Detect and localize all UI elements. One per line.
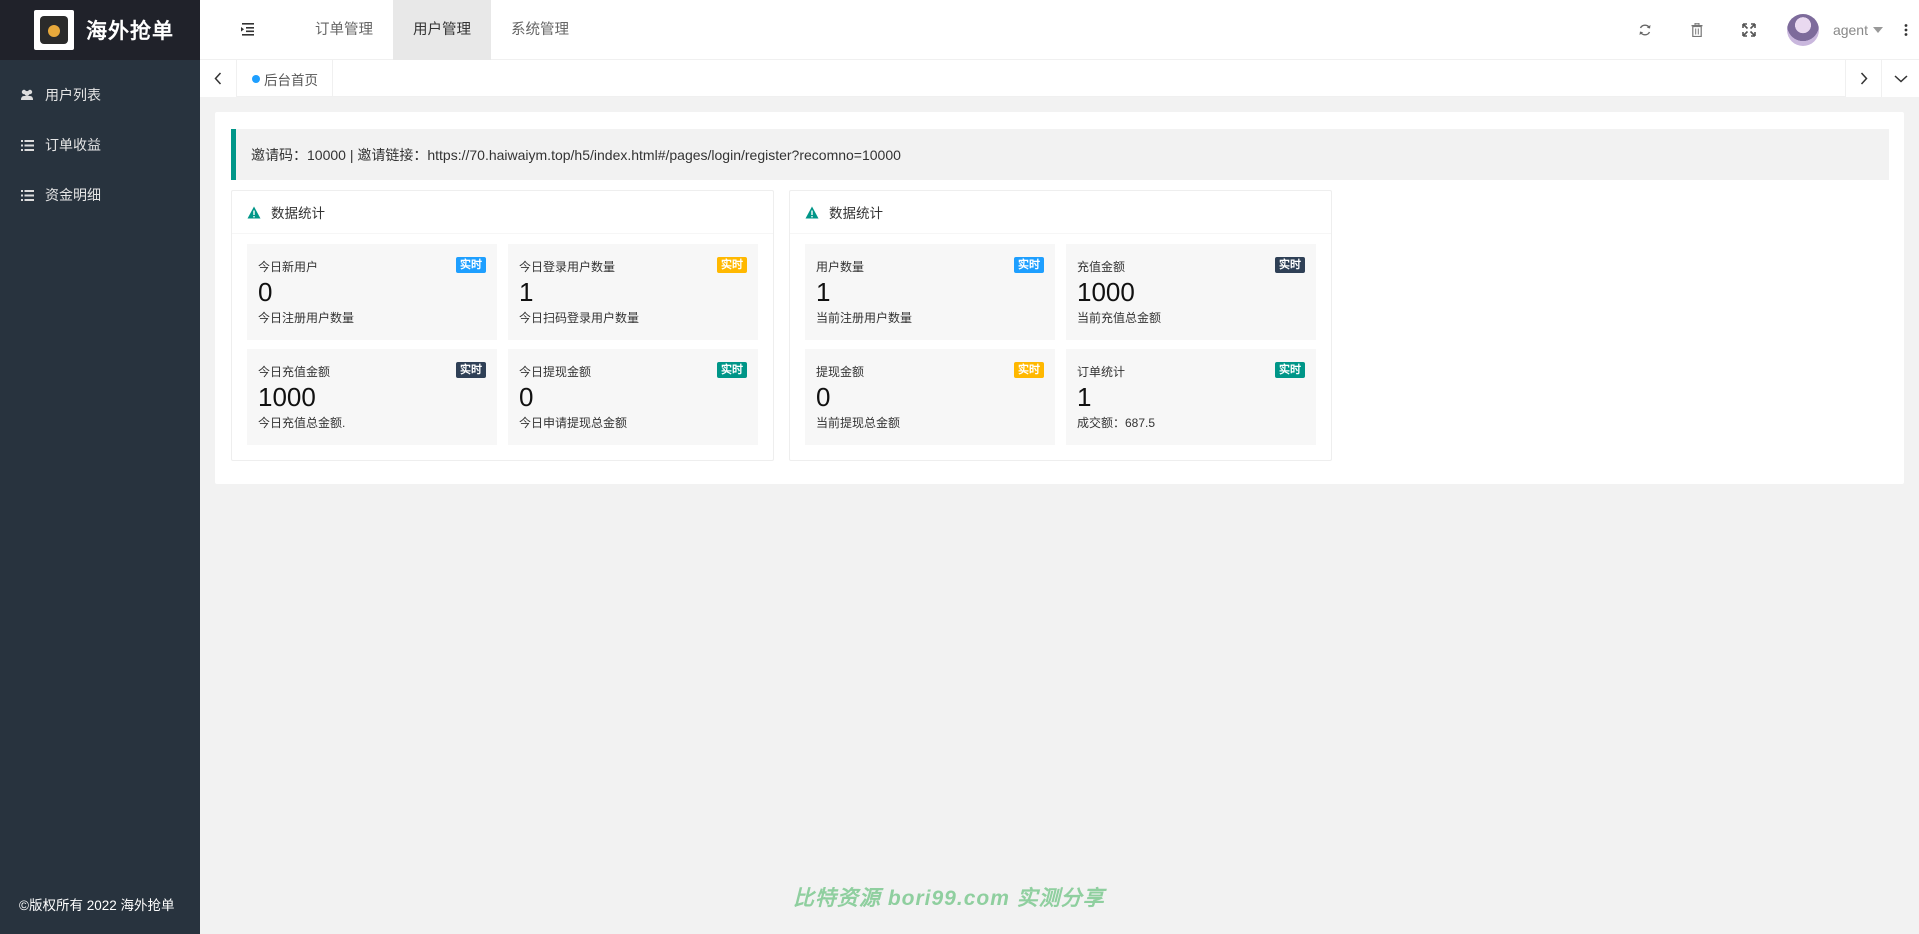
stat-today-withdraw: 今日提现金额 实时 0 今日申请提现总金额 [508,349,758,445]
stat-today-login-users: 今日登录用户数量 实时 1 今日扫码登录用户数量 [508,244,758,340]
realtime-badge: 实时 [1014,362,1044,378]
realtime-badge: 实时 [1275,257,1305,273]
list-icon [19,189,35,201]
trash-icon[interactable] [1671,0,1723,60]
stat-value: 1 [816,277,831,307]
stat-title: 今日提现金额 [519,365,592,379]
tab-home[interactable]: 后台首页 [237,60,333,97]
stat-title: 提现金额 [816,365,865,379]
stat-withdraw-amount: 提现金额 实时 0 当前提现总金额 [805,349,1055,445]
header: 订单管理 用户管理 系统管理 agent [200,0,1919,60]
sidebar: 海外抢单 用户列表 订单收益 资金明细 ©版权所有 2022 海外抢单 [0,0,200,934]
stat-title: 今日登录用户数量 [519,260,616,274]
realtime-badge: 实时 [717,257,747,273]
tab-scroll-right-button[interactable] [1845,60,1882,97]
card-header: 数据统计 [232,191,773,234]
card-title: 数据统计 [829,206,883,221]
stat-desc: 当前注册用户数量 [816,311,913,325]
logo[interactable]: 海外抢单 [0,0,200,60]
tab-bar: 后台首页 [200,60,1919,97]
warning-icon [805,206,819,218]
chevron-left-icon [214,72,222,85]
list-icon [19,139,35,151]
stat-desc: 成交额：687.5 [1077,416,1156,430]
stat-recharge-amount: 充值金额 实时 1000 当前充值总金额 [1066,244,1316,340]
chevron-right-icon [1860,72,1868,85]
user-name: agent [1832,22,1868,38]
warning-icon [247,206,261,218]
logo-image [34,10,74,50]
more-vertical-icon[interactable] [1893,0,1919,60]
nav-system-management[interactable]: 系统管理 [491,0,589,60]
realtime-badge: 实时 [456,257,486,273]
chevron-down-icon [1893,74,1908,83]
stats-card-today: 数据统计 今日新用户 实时 0 今日注册用户数量 今日登录用户数量 实时 1 今… [231,190,774,461]
watermark: 比特资源 bori99.com 实测分享 [793,887,1105,910]
stat-title: 充值金额 [1077,260,1126,274]
realtime-badge: 实时 [1275,362,1305,378]
stat-title: 今日充值金额 [258,365,331,379]
refresh-icon[interactable] [1619,0,1671,60]
logo-title: 海外抢单 [86,20,174,43]
user-menu[interactable]: agent [1775,0,1893,60]
sidebar-item-order-income[interactable]: 订单收益 [0,120,200,170]
stat-value: 0 [816,382,831,412]
realtime-badge: 实时 [717,362,747,378]
stat-desc: 当前提现总金额 [816,416,901,430]
realtime-badge: 实时 [456,362,486,378]
stat-desc: 今日充值总金额. [258,416,346,430]
stat-value: 1 [1077,382,1092,412]
stat-title: 订单统计 [1077,365,1126,379]
invite-text: 邀请码：10000 | 邀请链接：https://70.haiwaiym.top… [251,146,901,163]
stat-value: 1 [519,277,534,307]
sidebar-item-fund-details[interactable]: 资金明细 [0,170,200,220]
caret-down-icon [1873,27,1883,33]
copyright: ©版权所有 2022 海外抢单 [19,898,175,913]
sidebar-item-label: 订单收益 [45,137,101,153]
tab-options-button[interactable] [1882,60,1919,97]
stat-order-count: 订单统计 实时 1 成交额：687.5 [1066,349,1316,445]
nav-user-management[interactable]: 用户管理 [393,0,491,60]
stat-value: 1000 [1077,277,1135,307]
card-header: 数据统计 [790,191,1331,234]
stats-card-total: 数据统计 用户数量 实时 1 当前注册用户数量 充值金额 实时 1000 当前充… [789,190,1332,461]
menu-toggle-icon[interactable] [240,22,256,38]
sidebar-item-user-list[interactable]: 用户列表 [0,70,200,120]
tab-label: 后台首页 [264,72,318,88]
stat-title: 今日新用户 [258,260,319,274]
users-icon [19,89,35,101]
top-nav: 订单管理 用户管理 系统管理 [295,0,589,60]
header-tools: agent [1619,0,1919,60]
stat-user-count: 用户数量 实时 1 当前注册用户数量 [805,244,1055,340]
stat-title: 用户数量 [816,260,865,274]
stat-value: 0 [258,277,273,307]
invite-notice: 邀请码：10000 | 邀请链接：https://70.haiwaiym.top… [231,129,1889,180]
card-title: 数据统计 [271,206,325,221]
realtime-badge: 实时 [1014,257,1044,273]
stat-value: 1000 [258,382,316,412]
stat-value: 0 [519,382,534,412]
fullscreen-icon[interactable] [1723,0,1775,60]
stat-desc: 当前充值总金额 [1077,311,1162,325]
nav-order-management[interactable]: 订单管理 [295,0,393,60]
stat-desc: 今日扫码登录用户数量 [519,311,640,325]
sidebar-menu: 用户列表 订单收益 资金明细 [0,60,200,220]
stat-today-recharge: 今日充值金额 实时 1000 今日充值总金额. [247,349,497,445]
stat-today-new-users: 今日新用户 实时 0 今日注册用户数量 [247,244,497,340]
stat-desc: 今日注册用户数量 [258,311,355,325]
main-panel: 邀请码：10000 | 邀请链接：https://70.haiwaiym.top… [215,112,1904,484]
sidebar-item-label: 用户列表 [45,87,101,103]
tab-scroll-left-button[interactable] [200,60,237,97]
stat-desc: 今日申请提现总金额 [519,416,628,430]
active-dot-icon [252,74,260,83]
sidebar-item-label: 资金明细 [45,187,101,203]
avatar [1786,14,1819,46]
